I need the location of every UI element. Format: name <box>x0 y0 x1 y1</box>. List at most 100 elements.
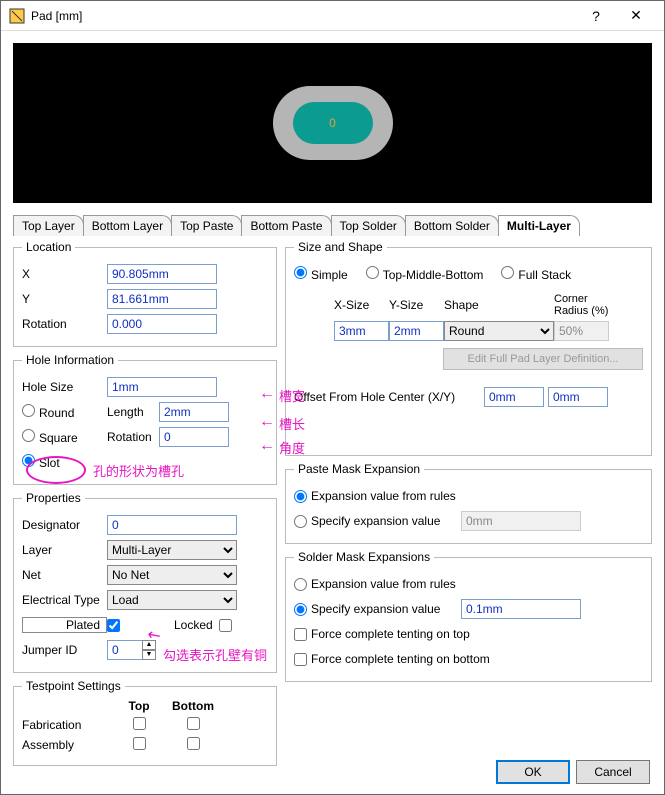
solder-rules-label: Expansion value from rules <box>311 577 456 591</box>
titlebar: Pad [mm] ? ✕ <box>1 1 664 31</box>
hole-rot-label: Rotation <box>107 430 159 444</box>
shape-label: Shape <box>444 298 554 312</box>
props-legend: Properties <box>22 491 85 505</box>
ysize-input[interactable] <box>389 321 444 341</box>
hole-rot-input[interactable] <box>159 427 229 447</box>
offset-x-input[interactable] <box>484 387 544 407</box>
paste-rules-radio[interactable] <box>294 490 307 503</box>
arrow-icon: ← <box>259 386 275 402</box>
hole-group: Hole Information Hole Size Round Length … <box>13 353 277 485</box>
tab-top-layer[interactable]: Top Layer <box>13 215 84 236</box>
arrow-icon: ← <box>259 438 275 454</box>
hole-square-radio[interactable] <box>22 429 35 442</box>
xsize-label: X-Size <box>334 298 389 312</box>
tab-top-paste[interactable]: Top Paste <box>171 215 242 236</box>
x-input[interactable] <box>107 264 217 284</box>
tent-bottom-checkbox[interactable] <box>294 653 307 666</box>
cancel-button[interactable]: Cancel <box>576 760 650 784</box>
radius-label: Corner Radius (%) <box>554 293 614 317</box>
tp-asm-top[interactable] <box>133 737 146 750</box>
y-input[interactable] <box>107 289 217 309</box>
designator-input[interactable] <box>107 515 237 535</box>
pad-preview: 0 <box>13 43 652 203</box>
locked-label: Locked <box>174 618 213 632</box>
length-input[interactable] <box>159 402 229 422</box>
layer-select[interactable]: Multi-Layer <box>107 540 237 560</box>
tab-bottom-solder[interactable]: Bottom Solder <box>405 215 499 236</box>
shape-select[interactable]: Round <box>444 321 554 341</box>
radius-input <box>554 321 609 341</box>
simple-label: Simple <box>311 268 348 282</box>
close-button[interactable]: ✕ <box>616 7 656 24</box>
window-title: Pad [mm] <box>31 9 576 23</box>
solder-value-input[interactable] <box>461 599 581 619</box>
paste-spec-radio[interactable] <box>294 515 307 528</box>
tmb-radio[interactable] <box>366 266 379 279</box>
solder-legend: Solder Mask Expansions <box>294 550 434 564</box>
length-label: Length <box>107 405 159 419</box>
tp-fab-bottom[interactable] <box>187 717 200 730</box>
plated-checkbox[interactable] <box>107 619 120 632</box>
rotation-label: Rotation <box>22 317 107 331</box>
tp-fab-top[interactable] <box>133 717 146 730</box>
net-label: Net <box>22 568 107 582</box>
tab-multi-layer[interactable]: Multi-Layer <box>498 215 580 236</box>
hole-round-radio[interactable] <box>22 404 35 417</box>
help-button[interactable]: ? <box>576 8 616 24</box>
net-select[interactable]: No Net <box>107 565 237 585</box>
rotation-input[interactable] <box>107 314 217 334</box>
tp-legend: Testpoint Settings <box>22 679 125 693</box>
tent-bottom-label: Force complete tenting on bottom <box>311 652 490 666</box>
ok-button[interactable]: OK <box>496 760 570 784</box>
offset-y-input[interactable] <box>548 387 608 407</box>
solder-spec-radio[interactable] <box>294 603 307 616</box>
tent-top-checkbox[interactable] <box>294 628 307 641</box>
y-label: Y <box>22 292 107 306</box>
etype-label: Electrical Type <box>22 593 107 607</box>
tp-asm-bottom[interactable] <box>187 737 200 750</box>
tab-bottom-paste[interactable]: Bottom Paste <box>241 215 331 236</box>
arrow-icon: ← <box>259 414 275 430</box>
tp-bottom-header: Bottom <box>166 699 220 713</box>
paste-mask-group: Paste Mask Expansion Expansion value fro… <box>285 462 652 544</box>
edit-full-button[interactable]: Edit Full Pad Layer Definition... <box>443 348 643 370</box>
xsize-input[interactable] <box>334 321 389 341</box>
hole-size-input[interactable] <box>107 377 217 397</box>
tent-top-label: Force complete tenting on top <box>311 627 470 641</box>
hole-round-label: Round <box>39 406 74 420</box>
x-label: X <box>22 267 107 281</box>
location-group: Location X Y Rotation <box>13 240 277 347</box>
location-legend: Location <box>22 240 75 254</box>
pad-number: 0 <box>329 116 336 130</box>
jumper-down[interactable]: ▼ <box>142 650 156 660</box>
tab-bottom-layer[interactable]: Bottom Layer <box>83 215 172 236</box>
app-icon <box>9 8 25 24</box>
jumper-label: Jumper ID <box>22 643 107 657</box>
hole-slot-radio[interactable] <box>22 454 35 467</box>
etype-select[interactable]: Load <box>107 590 237 610</box>
locked-checkbox[interactable] <box>219 619 232 632</box>
tp-fab-label: Fabrication <box>22 718 112 732</box>
paste-value-input <box>461 511 581 531</box>
layer-tabs: Top Layer Bottom Layer Top Paste Bottom … <box>13 215 652 236</box>
paste-rules-label: Expansion value from rules <box>311 489 456 503</box>
paste-legend: Paste Mask Expansion <box>294 462 424 476</box>
ysize-label: Y-Size <box>389 298 444 312</box>
tp-asm-label: Assembly <box>22 738 112 752</box>
plated-label: Plated <box>22 617 107 633</box>
jumper-input[interactable] <box>107 640 143 660</box>
pad-outer: 0 <box>273 86 393 160</box>
solder-rules-radio[interactable] <box>294 578 307 591</box>
fullstack-radio[interactable] <box>501 266 514 279</box>
size-legend: Size and Shape <box>294 240 387 254</box>
solder-mask-group: Solder Mask Expansions Expansion value f… <box>285 550 652 682</box>
hole-legend: Hole Information <box>22 353 118 367</box>
solder-spec-label: Specify expansion value <box>311 602 461 616</box>
hole-square-label: Square <box>39 431 78 445</box>
offset-label: Offset From Hole Center (X/Y) <box>294 390 484 404</box>
designator-label: Designator <box>22 518 107 532</box>
size-shape-group: Size and Shape Simple Top-Middle-Bottom … <box>285 240 652 456</box>
tab-top-solder[interactable]: Top Solder <box>331 215 406 236</box>
layer-label: Layer <box>22 543 107 557</box>
simple-radio[interactable] <box>294 266 307 279</box>
